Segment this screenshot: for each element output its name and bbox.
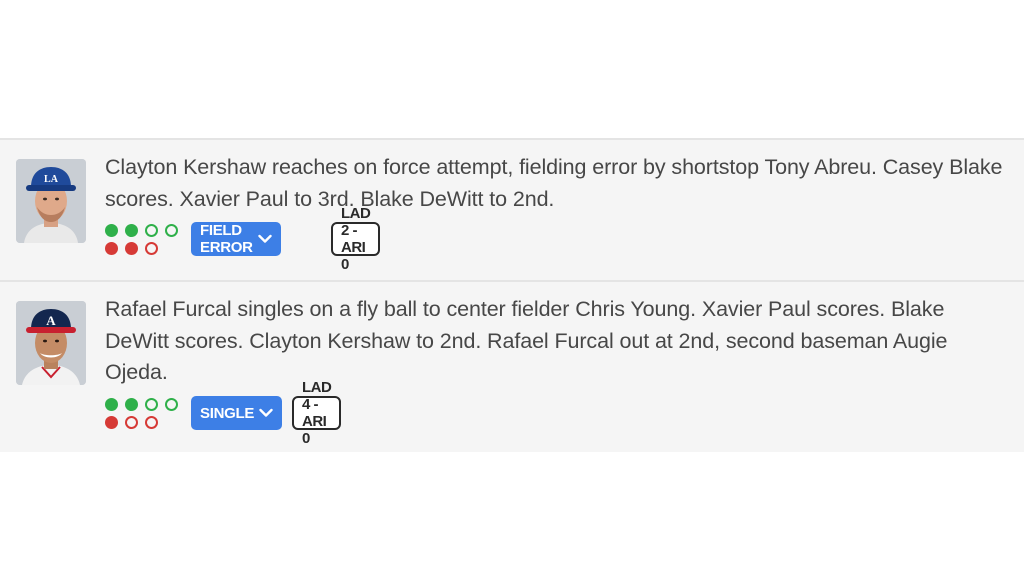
ball-dot-empty <box>165 224 178 237</box>
player-headshot-dodgers-image: LA <box>16 159 86 243</box>
out-dot-filled <box>125 242 138 255</box>
svg-text:A: A <box>46 313 56 328</box>
ball-dot-empty <box>165 398 178 411</box>
ball-dot-filled <box>105 398 118 411</box>
player-headshot-braves-image: A <box>16 301 86 385</box>
out-dot-filled <box>105 416 118 429</box>
ball-dot-filled <box>125 398 138 411</box>
out-dot-filled <box>105 242 118 255</box>
player-avatar: LA <box>16 159 86 243</box>
play-result-dropdown[interactable]: FIELD ERROR <box>191 222 281 256</box>
score-badge: LAD 4 - ARI 0 <box>292 379 342 447</box>
svg-text:LA: LA <box>44 174 59 185</box>
out-dot-empty <box>145 416 158 429</box>
play-result-label: FIELD ERROR <box>200 222 253 256</box>
out-dot-empty <box>125 416 138 429</box>
ball-dot-empty <box>145 398 158 411</box>
ball-dot-filled <box>125 224 138 237</box>
play-description: Rafael Furcal singles on a fly ball to c… <box>105 297 948 384</box>
play-item: A Rafael Furcal singles on a fly ball to… <box>0 282 1024 452</box>
play-item: LA Clayton Kershaw reaches on force atte… <box>0 140 1024 282</box>
play-result-dropdown[interactable]: SINGLE <box>191 396 283 430</box>
out-dot-empty <box>145 242 158 255</box>
ball-dot-filled <box>105 224 118 237</box>
chevron-down-icon <box>257 234 272 244</box>
ball-dot-empty <box>145 224 158 237</box>
play-by-play-feed: LA Clayton Kershaw reaches on force atte… <box>0 138 1024 452</box>
play-result-label: SINGLE <box>200 404 255 422</box>
chevron-down-icon <box>259 408 273 418</box>
play-description: Clayton Kershaw reaches on force attempt… <box>105 155 1003 211</box>
score-badge: LAD 2 - ARI 0 <box>331 205 381 273</box>
player-avatar: A <box>16 301 86 385</box>
